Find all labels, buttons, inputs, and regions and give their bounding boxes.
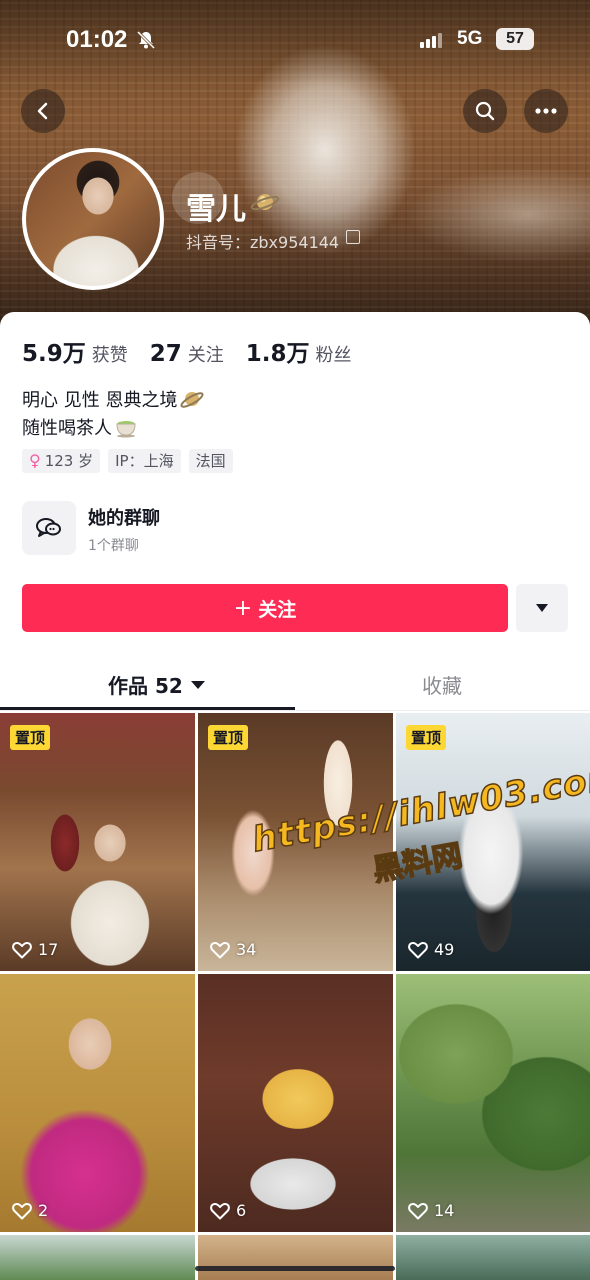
stat-following[interactable]: 27 关注 [150, 341, 224, 367]
like-count: 14 [408, 1201, 454, 1220]
like-count: 2 [12, 1201, 48, 1220]
video-tile[interactable] [0, 1235, 195, 1280]
like-count-text: 6 [236, 1201, 247, 1220]
like-count-text: 2 [38, 1201, 49, 1220]
like-count: 49 [408, 940, 454, 959]
group-chat-subtitle: 1个群聊 [88, 538, 139, 554]
tag-country: 法国 [188, 449, 233, 473]
like-count: 17 [12, 940, 58, 959]
stat-followers[interactable]: 1.8万 粉丝 [246, 334, 352, 368]
tab-works-label: 作品 52 [108, 674, 183, 698]
stat-likes[interactable]: 5.9万 获赞 [22, 334, 128, 368]
pinned-badge: 置顶 [406, 725, 447, 750]
signal-icon [420, 32, 442, 48]
home-indicator[interactable] [195, 1266, 395, 1271]
bio-text-2: 随性喝茶人 [22, 418, 112, 439]
heart-icon [12, 941, 32, 958]
stat-label: 粉丝 [315, 345, 352, 366]
battery-icon: 57 [496, 28, 534, 50]
profile-tags: ♀ 123 岁 IP：上海 法国 [22, 449, 241, 473]
tea-emoji-icon [116, 421, 136, 438]
like-count-text: 34 [236, 940, 257, 959]
avatar[interactable] [22, 148, 164, 290]
stat-value: 1.8万 [245, 341, 310, 367]
more-dots-icon [535, 108, 557, 114]
plus-icon: + [233, 595, 253, 621]
search-icon [475, 101, 495, 121]
back-button[interactable] [21, 89, 65, 133]
tab-favorites[interactable]: 收藏 [422, 670, 462, 699]
more-button[interactable] [524, 89, 568, 133]
heart-icon [12, 1202, 32, 1219]
video-tile[interactable]: 置顶 17 [0, 713, 195, 971]
network-type: 5G [457, 28, 483, 49]
bio-text-1: 明心 见性 恩典之境 [22, 390, 178, 411]
tab-works[interactable]: 作品 52 [108, 670, 205, 699]
caret-down-icon [190, 680, 205, 689]
like-count-text: 49 [434, 940, 455, 959]
like-count: 34 [210, 940, 256, 959]
stat-label: 获赞 [91, 345, 128, 366]
like-count: 6 [210, 1201, 246, 1220]
search-button[interactable] [463, 89, 507, 133]
douyin-id: 抖音号：zbx954144 [186, 233, 340, 252]
mute-bell-icon [136, 30, 156, 50]
bio-line-2: 随性喝茶人 [22, 414, 138, 440]
tag-age-text: 123 岁 [44, 452, 94, 470]
tab-divider [0, 710, 590, 711]
triangle-down-icon [536, 604, 548, 612]
copy-icon[interactable] [346, 230, 360, 244]
group-chat-title[interactable]: 她的群聊 [88, 504, 160, 530]
video-tile[interactable]: 6 [198, 974, 393, 1232]
planet-emoji-icon [180, 392, 204, 408]
heart-icon [408, 1202, 428, 1219]
stats-row: 5.9万 获赞 27 关注 1.8万 粉丝 [22, 334, 374, 368]
bio-line-1: 明心 见性 恩典之境 [22, 386, 205, 412]
planet-badge-icon [250, 194, 280, 211]
group-chat-button[interactable] [22, 501, 76, 555]
video-tile[interactable]: 14 [396, 974, 590, 1232]
status-bar: 01:02 5G 57 [0, 22, 590, 62]
video-tile[interactable] [198, 1235, 393, 1280]
tag-ip: IP：上海 [108, 449, 181, 473]
profile-name: 雪儿 [186, 192, 246, 227]
more-recommendations-button[interactable] [516, 584, 568, 632]
heart-icon [210, 1202, 230, 1219]
chevron-left-icon [37, 102, 48, 120]
video-tile[interactable] [396, 1235, 590, 1280]
pinned-badge: 置顶 [208, 725, 249, 750]
stat-label: 关注 [187, 345, 224, 366]
chat-bubbles-icon [36, 518, 61, 537]
video-tile[interactable]: 2 [0, 974, 195, 1232]
heart-icon [408, 941, 428, 958]
pinned-badge: 置顶 [10, 725, 51, 750]
heart-icon [210, 941, 230, 958]
stat-value: 5.9万 [22, 341, 86, 367]
tag-age: ♀ 123 岁 [22, 449, 101, 473]
female-icon: ♀ [29, 451, 41, 470]
like-count-text: 17 [38, 940, 59, 959]
status-time: 01:02 [66, 26, 128, 53]
like-count-text: 14 [434, 1201, 455, 1220]
follow-label: 关注 [258, 598, 297, 621]
follow-button[interactable]: + 关注 [22, 584, 508, 632]
stat-value: 27 [149, 341, 182, 367]
